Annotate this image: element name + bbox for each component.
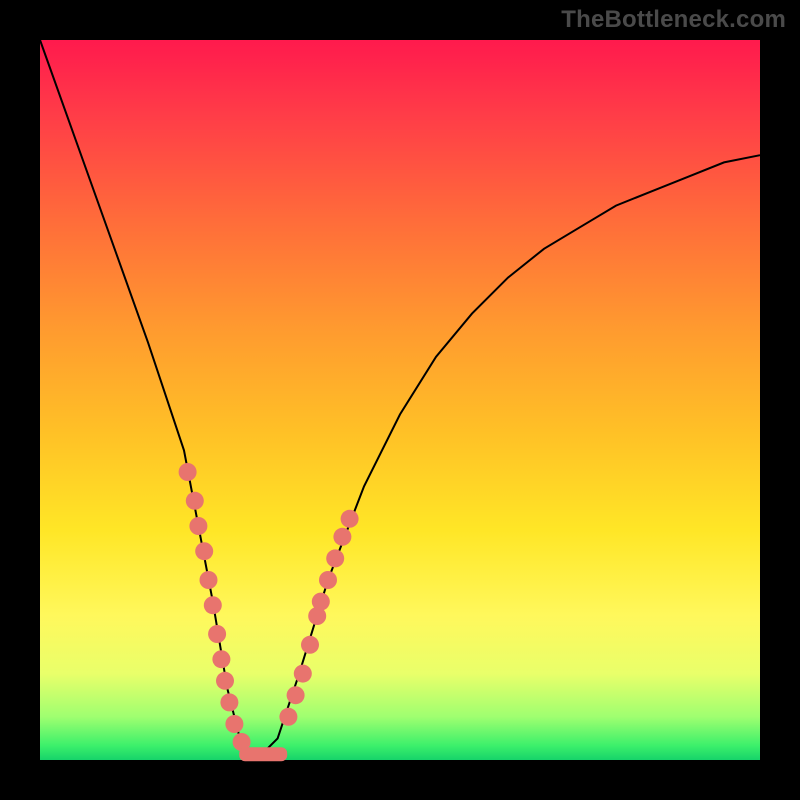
highlight-dot bbox=[189, 517, 207, 535]
highlight-dot bbox=[186, 492, 204, 510]
highlight-dot bbox=[225, 715, 243, 733]
curve-layer bbox=[40, 40, 760, 760]
watermark-text: TheBottleneck.com bbox=[561, 6, 786, 34]
highlight-dot bbox=[195, 542, 213, 560]
baseline-pill bbox=[239, 747, 287, 761]
highlight-dot bbox=[287, 686, 305, 704]
highlight-dot bbox=[212, 650, 230, 668]
highlight-dots bbox=[179, 463, 359, 751]
highlight-dot bbox=[301, 636, 319, 654]
highlight-dot bbox=[326, 549, 344, 567]
highlight-dot bbox=[333, 528, 351, 546]
highlight-dot bbox=[319, 571, 337, 589]
chart-frame: TheBottleneck.com bbox=[0, 0, 800, 800]
highlight-dot bbox=[341, 510, 359, 528]
highlight-dot bbox=[279, 708, 297, 726]
highlight-dot bbox=[204, 596, 222, 614]
highlight-dot bbox=[294, 665, 312, 683]
highlight-dot bbox=[220, 693, 238, 711]
highlight-dot bbox=[179, 463, 197, 481]
highlight-dot bbox=[312, 593, 330, 611]
plot-area bbox=[40, 40, 760, 760]
highlight-dot bbox=[200, 571, 218, 589]
highlight-dot bbox=[216, 672, 234, 690]
highlight-dot bbox=[208, 625, 226, 643]
bottleneck-curve bbox=[40, 40, 760, 760]
